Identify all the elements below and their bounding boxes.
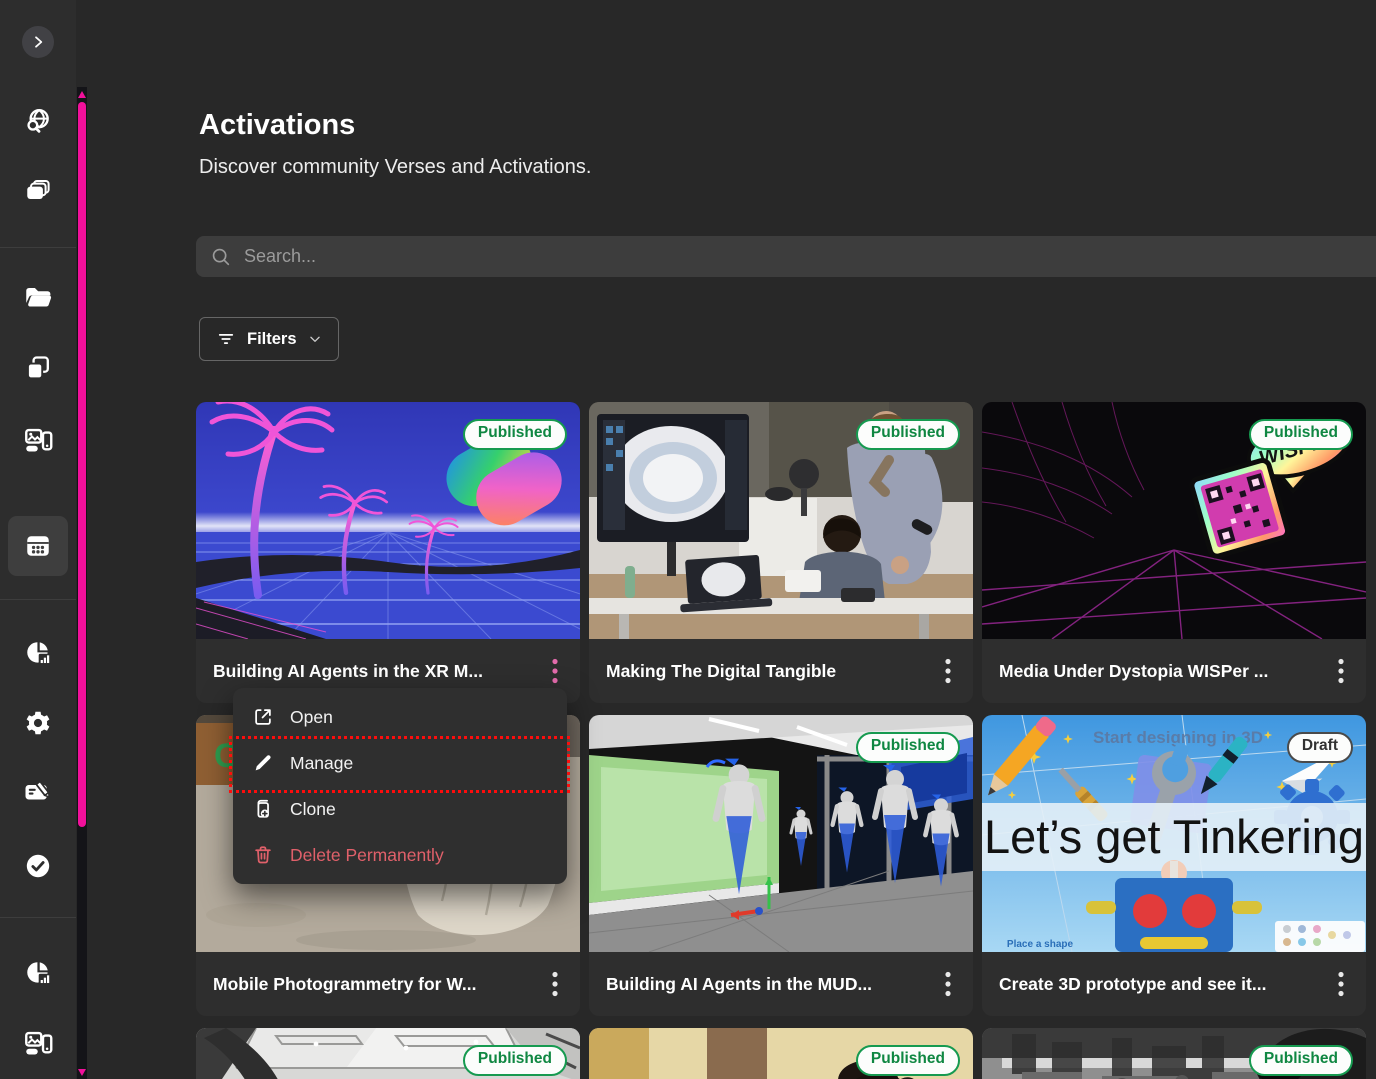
clone-icon xyxy=(252,798,274,820)
sidebar-expand-button[interactable] xyxy=(22,26,54,58)
card-thumbnail: Published xyxy=(589,1028,973,1079)
scrollbar-thumb[interactable] xyxy=(78,102,86,827)
status-badge-draft: Draft xyxy=(1287,732,1353,763)
status-badge: Published xyxy=(1249,419,1353,450)
sidebar-item-templates[interactable] xyxy=(14,344,62,392)
sidebar-item-activations-selected[interactable] xyxy=(14,522,62,570)
card-thumbnail: WISPER Published xyxy=(982,402,1366,639)
check-circle-icon xyxy=(24,852,52,880)
card-building-ai-agents-mud[interactable]: Published Building AI Agents in the MUD.… xyxy=(589,715,973,1016)
card-menu-button[interactable] xyxy=(1326,652,1356,690)
scrollbar-down-arrow[interactable] xyxy=(78,1069,86,1076)
pencil-icon xyxy=(252,752,274,774)
menu-item-label: Manage xyxy=(290,753,353,774)
trash-icon xyxy=(252,844,274,866)
sidebar-item-discover[interactable] xyxy=(14,97,62,145)
menu-item-label: Clone xyxy=(290,799,336,820)
menu-item-label: Open xyxy=(290,707,333,728)
folder-open-icon xyxy=(23,283,53,313)
activations-page: Activations Discover community Verses an… xyxy=(0,0,1376,1079)
card-title: Building AI Agents in the MUD... xyxy=(606,974,927,995)
page-subtitle: Discover community Verses and Activation… xyxy=(199,156,591,179)
card-edit-icon xyxy=(23,777,53,807)
card-building-ai-agents-xr[interactable]: Published Building AI Agents in the XR M… xyxy=(196,402,580,703)
card-title: Mobile Photogrammetry for W... xyxy=(213,974,534,995)
sidebar-item-analytics-2[interactable] xyxy=(14,949,62,997)
sidebar-item-media[interactable] xyxy=(14,416,62,464)
menu-item-delete-permanently[interactable]: Delete Permanently xyxy=(233,832,567,878)
card-menu-button[interactable] xyxy=(933,965,963,1003)
status-badge: Published xyxy=(463,419,567,450)
card-menu-button[interactable] xyxy=(933,652,963,690)
card-thumbnail: Start designing in 3D xyxy=(982,715,1366,952)
card-row3-2[interactable]: Published xyxy=(589,1028,973,1079)
card-thumbnail: Published xyxy=(196,402,580,639)
sidebar-item-notes[interactable] xyxy=(14,768,62,816)
card-create-3d-prototype[interactable]: Start designing in 3D xyxy=(982,715,1366,1016)
sidebar-item-settings[interactable] xyxy=(14,699,62,747)
card-title: Create 3D prototype and see it... xyxy=(999,974,1320,995)
sidebar-item-approvals[interactable] xyxy=(14,842,62,890)
status-badge: Published xyxy=(1249,1045,1353,1076)
open-external-icon xyxy=(252,706,274,728)
search-bar[interactable] xyxy=(196,236,1376,277)
pie-chart-bars-icon xyxy=(24,959,52,987)
card-thumbnail: Published xyxy=(196,1028,580,1079)
card-thumbnail: Published xyxy=(982,1028,1366,1079)
status-badge: Published xyxy=(463,1045,567,1076)
globe-search-icon xyxy=(24,107,52,135)
search-input[interactable] xyxy=(242,245,1146,268)
page-title: Activations xyxy=(199,109,355,142)
card-making-digital-tangible[interactable]: Published Making The Digital Tangible xyxy=(589,402,973,703)
filters-label: Filters xyxy=(247,330,297,349)
menu-item-open[interactable]: Open xyxy=(233,694,567,740)
image-phone-icon xyxy=(23,425,53,455)
copy-icon xyxy=(24,354,52,382)
calendar-table-icon xyxy=(24,532,52,560)
sidebar-item-media-2[interactable] xyxy=(14,1019,62,1067)
card-thumbnail: Published xyxy=(589,715,973,952)
card-title: Building AI Agents in the XR M... xyxy=(213,661,534,682)
status-badge: Published xyxy=(856,1045,960,1076)
card-menu-button[interactable] xyxy=(540,965,570,1003)
card-thumbnail: Published xyxy=(589,402,973,639)
card-title: Making The Digital Tangible xyxy=(606,661,927,682)
sidebar-divider xyxy=(0,599,76,600)
chevron-down-icon xyxy=(308,332,322,346)
card-row3-1[interactable]: Published xyxy=(196,1028,580,1079)
card-menu-button-active[interactable] xyxy=(540,652,570,690)
gear-icon xyxy=(24,709,52,737)
sidebar-divider xyxy=(0,247,76,248)
menu-item-label: Delete Permanently xyxy=(290,845,444,866)
card-title: Media Under Dystopia WISPer ... xyxy=(999,661,1320,682)
card-menu-button[interactable] xyxy=(1326,965,1356,1003)
filter-icon xyxy=(216,329,236,349)
sidebar-item-collections[interactable] xyxy=(14,168,62,216)
scrollbar-up-arrow[interactable] xyxy=(78,91,86,98)
image-phone-icon xyxy=(23,1028,53,1058)
status-badge: Published xyxy=(856,419,960,450)
search-icon xyxy=(210,246,232,268)
tinkering-banner-text: Let’s get Tinkering xyxy=(984,810,1364,863)
chevron-right-icon xyxy=(30,34,46,50)
card-row3-3[interactable]: Published xyxy=(982,1028,1366,1079)
layers-icon xyxy=(24,178,52,206)
sidebar-divider xyxy=(0,917,76,918)
place-a-shape-text: Place a shape xyxy=(1007,939,1074,950)
card-media-under-dystopia[interactable]: WISPER Published xyxy=(982,402,1366,703)
status-badge: Published xyxy=(856,732,960,763)
sidebar-item-files[interactable] xyxy=(14,274,62,322)
card-context-menu: Open Manage Clone xyxy=(233,688,567,884)
sidebar-item-analytics[interactable] xyxy=(14,629,62,677)
menu-item-manage[interactable]: Manage xyxy=(233,740,567,786)
vertical-scrollbar[interactable] xyxy=(77,87,87,1079)
sidebar xyxy=(0,0,76,1079)
filters-button[interactable]: Filters xyxy=(199,317,339,361)
menu-item-clone[interactable]: Clone xyxy=(233,786,567,832)
pie-chart-bars-icon xyxy=(24,639,52,667)
